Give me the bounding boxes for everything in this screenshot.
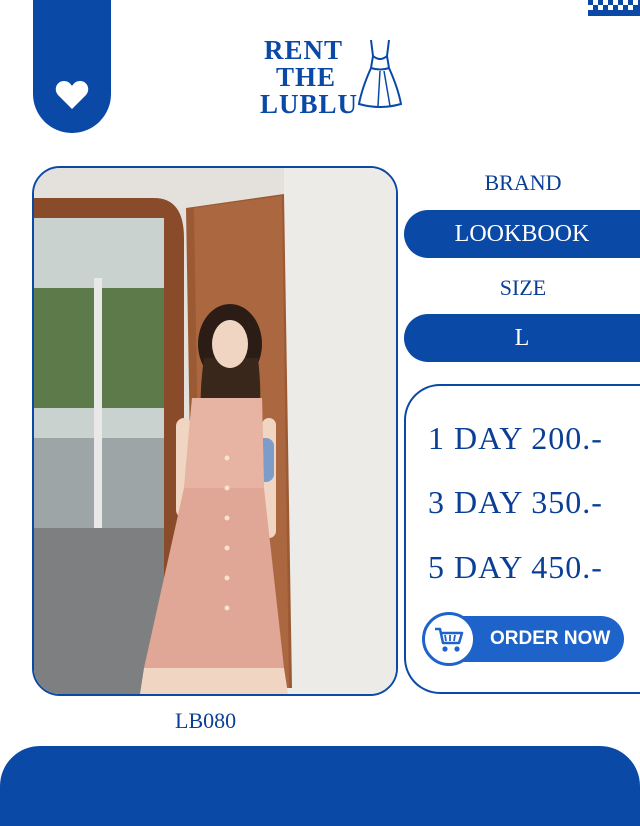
brand-value: LOOKBOOK: [454, 220, 590, 247]
product-code: LB080: [175, 708, 237, 733]
footer-bar: [0, 746, 640, 826]
logo-text-line1: RENT: [264, 35, 344, 65]
product-photo: [32, 166, 398, 696]
dress-icon: [357, 39, 403, 108]
brand-label: BRAND: [484, 170, 562, 195]
logo-text-line2: THE: [276, 62, 337, 92]
favorite-tab[interactable]: [33, 0, 111, 133]
price-5-day: 5 DAY 450.-: [428, 549, 603, 585]
cart-icon-badge: [422, 612, 476, 666]
size-label: SIZE: [499, 275, 547, 300]
size-value: L: [514, 324, 530, 351]
rental-price-box: 1 DAY 200.- 3 DAY 350.- 5 DAY 450.- ORDE…: [404, 384, 640, 694]
checker-pattern-decoration: [588, 0, 640, 16]
price-1-day: 1 DAY 200.-: [428, 420, 603, 456]
size-value-pill: L: [404, 314, 640, 362]
brand-logo: RENT THE LUBLU: [260, 36, 410, 120]
logo-text-line3: LUBLU: [260, 89, 359, 119]
cart-icon: [435, 627, 464, 652]
order-now-button[interactable]: ORDER NOW: [422, 612, 624, 666]
order-now-label: ORDER NOW: [490, 628, 611, 649]
brand-value-pill: LOOKBOOK: [404, 210, 640, 258]
heart-icon: [55, 81, 89, 109]
price-3-day: 3 DAY 350.-: [428, 484, 603, 520]
